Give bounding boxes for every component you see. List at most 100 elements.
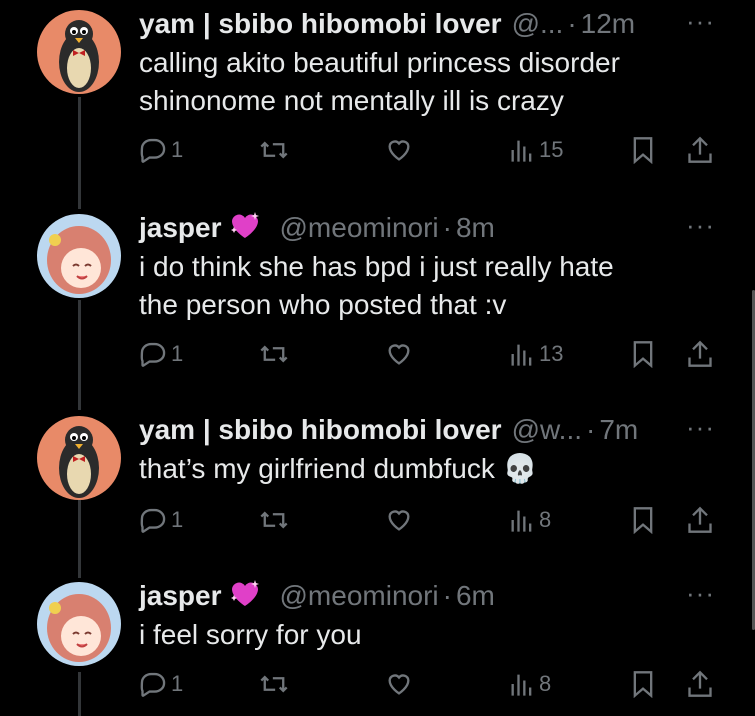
tweet-text-line: the person who posted that :v (139, 289, 507, 320)
share-icon (688, 670, 712, 697)
reply-button[interactable]: 1 (139, 130, 183, 170)
tweet[interactable]: yam | sbibo hibomobi lover @w... · 7m ··… (0, 406, 755, 566)
tweet[interactable]: jasper @meominori · 6m ··· i feel sorry … (0, 572, 755, 716)
tweet-text: calling akito beautiful princess disorde… (139, 44, 755, 120)
tweet-text-line: shinonome not mentally ill is crazy (139, 85, 564, 116)
tweet-text: i feel sorry for you (139, 616, 755, 654)
views-count: 8 (539, 671, 552, 696)
bookmark-button[interactable] (631, 500, 655, 540)
reply-icon (140, 508, 166, 533)
views-button[interactable]: 8 (509, 500, 551, 540)
retweet-button[interactable] (259, 500, 289, 540)
timestamp[interactable]: 12m (581, 8, 635, 40)
like-button[interactable] (385, 130, 413, 170)
views-chart-icon (511, 344, 532, 366)
reply-icon (140, 138, 166, 163)
bookmark-button[interactable] (631, 664, 655, 704)
retweet-icon (260, 345, 288, 363)
bookmark-icon (633, 341, 653, 368)
bookmark-icon (633, 507, 653, 534)
share-button[interactable] (687, 130, 713, 170)
like-button[interactable] (385, 664, 413, 704)
retweet-button[interactable] (259, 130, 289, 170)
more-options-icon[interactable]: ··· (686, 578, 715, 609)
tweet-text-line: that’s my girlfriend dumbfuck 💀 (139, 453, 538, 484)
tweet-header: jasper @meominori · 8m (139, 208, 755, 248)
more-options-icon[interactable]: ··· (686, 412, 715, 443)
retweet-icon (260, 141, 288, 159)
share-button[interactable] (687, 500, 713, 540)
user-handle[interactable]: @meominori (280, 212, 439, 244)
heart-icon (388, 510, 410, 531)
timestamp[interactable]: 8m (456, 212, 495, 244)
tweet[interactable]: yam | sbibo hibomobi lover @... · 12m ··… (0, 0, 755, 200)
tweet-text: that’s my girlfriend dumbfuck 💀 (139, 450, 755, 488)
penguin-avatar[interactable] (37, 416, 121, 500)
share-icon (688, 136, 712, 163)
penguin-avatar[interactable] (37, 10, 121, 94)
views-chart-icon (511, 510, 532, 532)
views-button[interactable]: 15 (509, 130, 563, 170)
user-handle[interactable]: @... (512, 8, 564, 40)
tweet-text: i do think she has bpd i just really hat… (139, 248, 755, 324)
user-handle[interactable]: @w... (512, 414, 582, 446)
bookmark-icon (633, 137, 653, 164)
display-name[interactable]: jasper (139, 212, 222, 244)
like-button[interactable] (385, 334, 413, 374)
anime-girl-avatar[interactable] (37, 582, 121, 666)
user-handle[interactable]: @meominori (280, 580, 439, 612)
reply-icon (140, 342, 166, 367)
tweet-text-line: i do think she has bpd i just really hat… (139, 251, 614, 282)
share-button[interactable] (687, 334, 713, 374)
retweet-button[interactable] (259, 334, 289, 374)
reply-button[interactable]: 1 (139, 334, 183, 374)
reply-count: 1 (171, 507, 184, 532)
reply-button[interactable]: 1 (139, 500, 183, 540)
tweet-header: yam | sbibo hibomobi lover @... · 12m (139, 4, 755, 44)
views-count: 8 (539, 507, 552, 532)
separator-dot: · (586, 414, 596, 445)
retweet-button[interactable] (259, 664, 289, 704)
anime-girl-avatar[interactable] (37, 214, 121, 298)
heart-icon (388, 140, 410, 161)
views-chart-icon (511, 140, 532, 162)
bookmark-button[interactable] (631, 334, 655, 374)
heart-icon (388, 344, 410, 365)
bookmark-button[interactable] (631, 130, 655, 170)
timestamp[interactable]: 7m (599, 414, 638, 446)
views-count: 13 (539, 341, 564, 366)
views-count: 15 (539, 137, 564, 162)
reply-count: 1 (171, 671, 184, 696)
views-button[interactable]: 13 (509, 334, 563, 374)
tweet-text-line: i feel sorry for you (139, 619, 362, 650)
separator-dot: · (442, 212, 452, 243)
separator-dot: · (442, 580, 452, 611)
sparkling-heart-icon (228, 577, 262, 616)
bookmark-icon (633, 671, 653, 698)
display-name[interactable]: jasper (139, 580, 222, 612)
tweet-header: jasper @meominori · 6m (139, 576, 755, 616)
like-button[interactable] (385, 500, 413, 540)
more-options-icon[interactable]: ··· (686, 210, 715, 241)
retweet-icon (260, 511, 288, 529)
display-name[interactable]: yam | sbibo hibomobi lover (139, 8, 502, 40)
share-icon (688, 506, 712, 533)
reply-icon (140, 672, 166, 697)
retweet-icon (260, 675, 288, 693)
heart-icon (388, 674, 410, 695)
reply-button[interactable]: 1 (139, 664, 183, 704)
tweet[interactable]: jasper @meominori · 8m ··· i do think sh… (0, 204, 755, 404)
timestamp[interactable]: 6m (456, 580, 495, 612)
share-icon (688, 340, 712, 367)
more-options-icon[interactable]: ··· (686, 6, 715, 37)
share-button[interactable] (687, 664, 713, 704)
tweet-text-line: calling akito beautiful princess disorde… (139, 47, 620, 78)
reply-count: 1 (171, 341, 184, 366)
sparkling-heart-icon (228, 209, 262, 248)
tweet-header: yam | sbibo hibomobi lover @w... · 7m (139, 410, 755, 450)
reply-count: 1 (171, 137, 184, 162)
display-name[interactable]: yam | sbibo hibomobi lover (139, 414, 502, 446)
views-chart-icon (511, 674, 532, 696)
views-button[interactable]: 8 (509, 664, 551, 704)
separator-dot: · (567, 8, 577, 39)
